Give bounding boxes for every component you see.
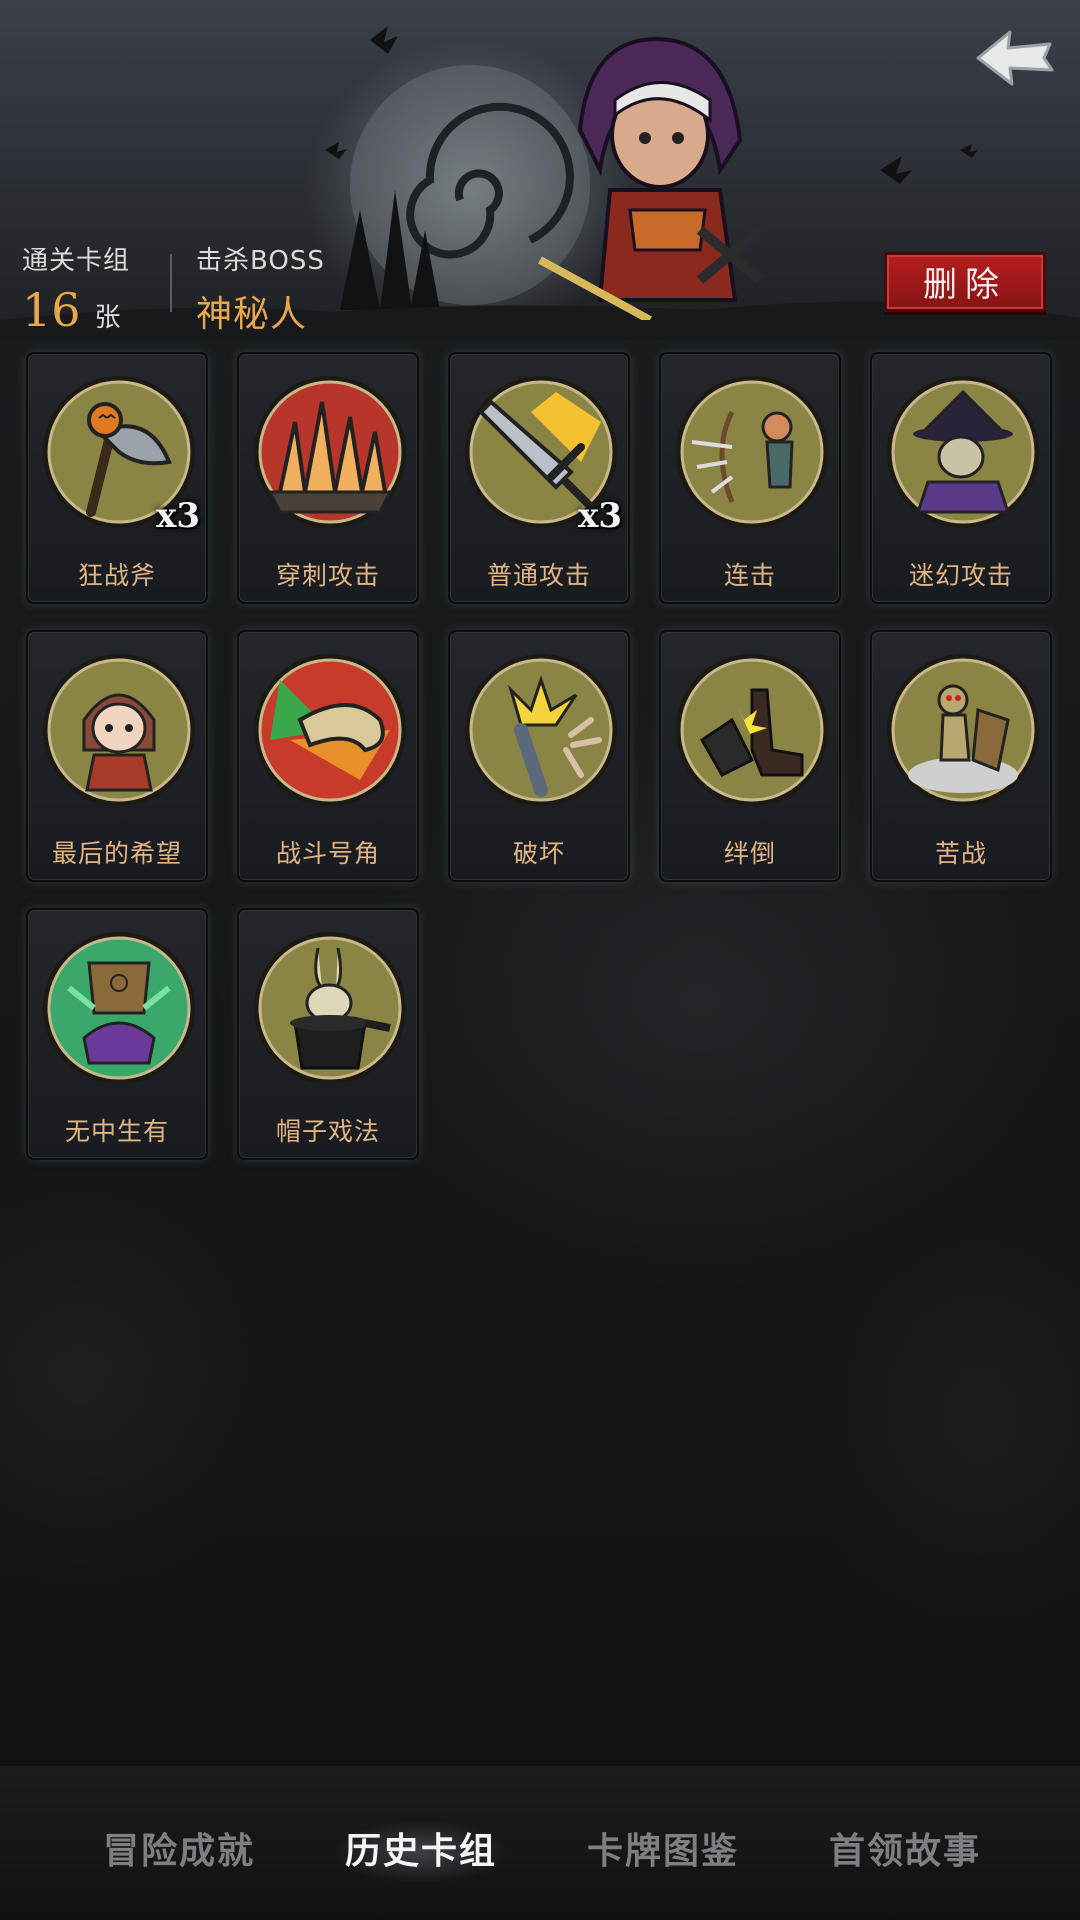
cleared-deck-label: 通关卡组: [22, 246, 131, 276]
header-panel: 通关卡组 16 张 击杀BOSS 神秘人 删除: [0, 0, 1080, 340]
card-item[interactable]: 迷幻攻击: [870, 352, 1052, 604]
card-name: 狂战斧: [77, 561, 156, 590]
card-item[interactable]: 穿刺攻击: [237, 352, 419, 604]
spikes-icon: [254, 376, 406, 528]
card-name: 连击: [723, 561, 776, 590]
boss-stat: 击杀BOSS 神秘人: [196, 240, 325, 337]
delete-button[interactable]: 删除: [884, 252, 1046, 312]
rabbit-hat-icon: [254, 932, 406, 1084]
card-count: x3: [156, 496, 200, 536]
card-name: 迷幻攻击: [908, 561, 1013, 590]
card-item[interactable]: x3 狂战斧: [26, 352, 208, 604]
stat-divider: [170, 254, 172, 312]
cleared-deck-stat: 通关卡组 16 张: [22, 240, 130, 334]
tab-boss-stories[interactable]: 首领故事: [800, 1822, 1010, 1882]
tab-card-compendium[interactable]: 卡牌图鉴: [558, 1822, 768, 1882]
trip-boot-icon: [676, 654, 828, 806]
card-name: 无中生有: [64, 1117, 169, 1146]
card-name: 帽子戏法: [275, 1117, 380, 1146]
back-button[interactable]: [970, 18, 1060, 98]
back-arrow-icon: [976, 30, 1054, 86]
card-count: x3: [578, 496, 622, 536]
magic-box-icon: [43, 932, 195, 1084]
tab-adventure-achievements[interactable]: 冒险成就: [74, 1822, 284, 1882]
war-horn-icon: [254, 654, 406, 806]
card-name: 普通攻击: [486, 561, 591, 590]
hero-portrait: [538, 37, 764, 320]
card-item[interactable]: 帽子戏法: [237, 908, 419, 1160]
card-name: 绊倒: [723, 839, 776, 868]
puppet-warrior-icon: [887, 654, 1039, 806]
card-item[interactable]: 最后的希望: [26, 630, 208, 882]
card-name: 最后的希望: [51, 839, 182, 868]
card-item[interactable]: 破坏: [448, 630, 630, 882]
girl-icon: [43, 654, 195, 806]
card-name: 破坏: [512, 839, 565, 868]
cleared-deck-count: 16: [22, 283, 81, 337]
boss-label: 击杀BOSS: [196, 246, 325, 276]
card-item[interactable]: 绊倒: [659, 630, 841, 882]
card-item[interactable]: 苦战: [870, 630, 1052, 882]
card-name: 苦战: [934, 839, 987, 868]
tab-history-deck[interactable]: 历史卡组: [316, 1822, 526, 1882]
card-item[interactable]: 战斗号角: [237, 630, 419, 882]
witch-icon: [887, 376, 1039, 528]
card-name: 穿刺攻击: [275, 561, 380, 590]
cleared-deck-unit: 张: [94, 303, 121, 333]
boss-name: 神秘人: [196, 294, 308, 335]
card-item[interactable]: 无中生有: [26, 908, 208, 1160]
history-deck-screen: 通关卡组 16 张 击杀BOSS 神秘人 删除 x3 狂战斧 穿刺攻击 x3 普…: [0, 0, 1080, 1920]
card-item[interactable]: 连击: [659, 352, 841, 604]
broken-screw-icon: [465, 654, 617, 806]
archer-icon: [676, 376, 828, 528]
card-item[interactable]: x3 普通攻击: [448, 352, 630, 604]
bottom-tab-bar: 冒险成就 历史卡组 卡牌图鉴 首领故事: [0, 1766, 1080, 1920]
card-name: 战斗号角: [275, 839, 380, 868]
